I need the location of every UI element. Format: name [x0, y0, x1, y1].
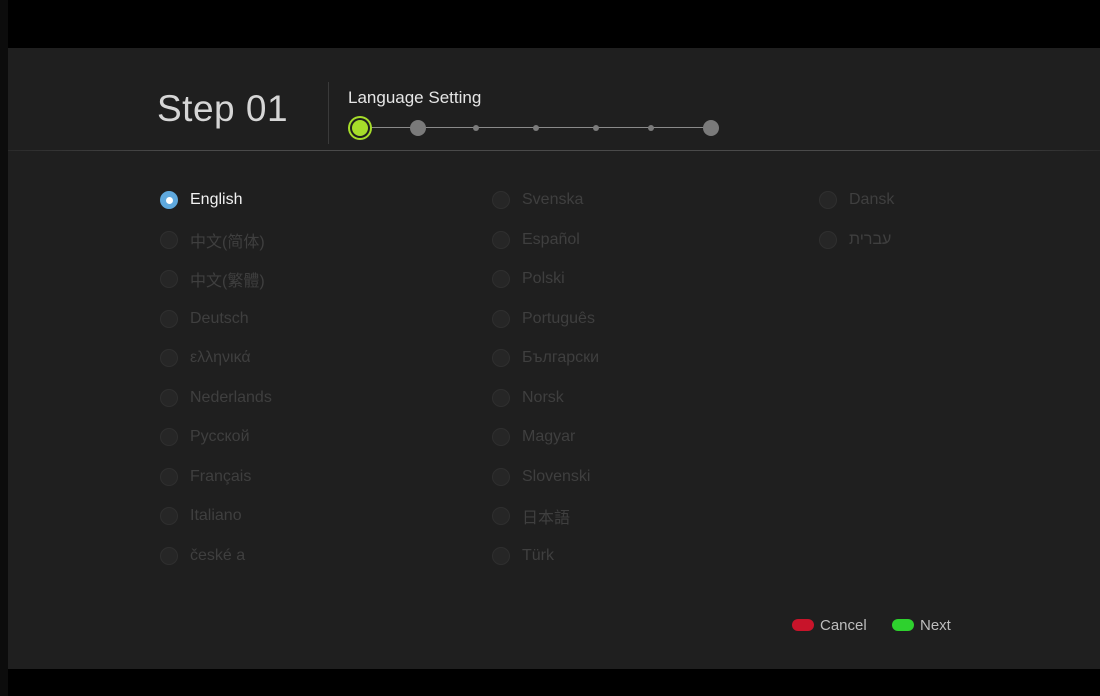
language-label: Español — [522, 230, 580, 248]
language-label: české a — [190, 546, 246, 564]
language-option[interactable]: Português — [492, 307, 595, 331]
language-option[interactable]: עברית — [819, 228, 891, 252]
language-label: Русской — [190, 428, 250, 445]
language-label: Български — [522, 349, 600, 366]
header-divider — [328, 82, 329, 144]
language-option[interactable]: 日本語 — [492, 504, 570, 528]
radio-unchecked-icon[interactable] — [492, 467, 510, 486]
language-label: 中文(繁體) — [190, 273, 265, 290]
language-option[interactable]: Türk — [492, 544, 554, 568]
language-option[interactable]: Deutsch — [160, 307, 249, 331]
language-option[interactable]: 中文(繁體) — [160, 267, 265, 291]
page-title: Language Setting — [348, 88, 482, 107]
language-label: Italiano — [190, 507, 242, 524]
language-label: Português — [522, 309, 595, 327]
radio-unchecked-icon[interactable] — [160, 546, 178, 565]
language-label: Türk — [522, 546, 554, 564]
red-key-icon — [792, 619, 814, 631]
radio-unchecked-icon[interactable] — [492, 428, 510, 446]
language-label: ελληνικά — [190, 349, 251, 366]
step-label: Step 01 — [157, 88, 289, 129]
header-divider-line — [8, 150, 1100, 151]
radio-unchecked-icon[interactable] — [492, 309, 510, 328]
radio-unchecked-icon[interactable] — [160, 230, 178, 249]
language-option[interactable]: Slovenski — [492, 465, 590, 489]
progress-step-6 — [648, 125, 654, 131]
language-option[interactable]: Italiano — [160, 504, 242, 528]
language-label: Polski — [522, 270, 565, 287]
radio-unchecked-icon[interactable] — [492, 191, 510, 209]
next-label: Next — [920, 616, 951, 634]
radio-unchecked-icon[interactable] — [819, 230, 837, 249]
progress-step-7 — [703, 120, 719, 136]
language-option[interactable]: české a — [160, 544, 245, 568]
language-label: 中文(简体) — [190, 233, 265, 251]
language-label: Français — [190, 467, 252, 485]
radio-checked-icon[interactable] — [160, 191, 178, 209]
progress-step-5 — [593, 125, 599, 131]
language-option[interactable]: Svenska — [492, 188, 583, 212]
language-option[interactable]: ελληνικά — [160, 346, 251, 370]
language-label: Nederlands — [190, 388, 272, 406]
progress-step-4 — [533, 125, 539, 131]
radio-unchecked-icon[interactable] — [160, 507, 178, 525]
radio-unchecked-icon[interactable] — [160, 270, 178, 288]
radio-unchecked-icon[interactable] — [492, 349, 510, 367]
radio-unchecked-icon[interactable] — [492, 230, 510, 249]
radio-unchecked-icon[interactable] — [160, 309, 178, 328]
language-label: Norsk — [522, 388, 564, 406]
green-key-icon — [892, 619, 914, 631]
language-label: English — [190, 191, 243, 208]
language-option[interactable]: Norsk — [492, 386, 564, 410]
next-hint[interactable]: Next — [892, 615, 951, 635]
language-option[interactable]: Nederlands — [160, 386, 272, 410]
radio-unchecked-icon[interactable] — [492, 507, 510, 525]
language-label: Dansk — [849, 191, 895, 208]
left-edge — [0, 0, 8, 696]
language-label: Deutsch — [190, 309, 249, 327]
language-label: Magyar — [522, 428, 576, 445]
radio-unchecked-icon[interactable] — [160, 467, 178, 486]
radio-unchecked-icon[interactable] — [492, 270, 510, 288]
progress-step-1-current — [352, 120, 368, 136]
cancel-hint[interactable]: Cancel — [792, 615, 867, 635]
radio-unchecked-icon[interactable] — [819, 191, 837, 209]
language-option[interactable]: Български — [492, 346, 599, 370]
language-option[interactable]: Français — [160, 465, 251, 489]
radio-unchecked-icon[interactable] — [160, 349, 178, 367]
language-option[interactable]: Español — [492, 228, 580, 252]
language-label: עברית — [849, 230, 892, 248]
language-option[interactable]: Русской — [160, 425, 250, 449]
language-label: Svenska — [522, 191, 584, 208]
cancel-label: Cancel — [820, 616, 867, 634]
radio-unchecked-icon[interactable] — [160, 428, 178, 446]
language-option[interactable]: English — [160, 188, 242, 212]
progress-step-3 — [473, 125, 479, 131]
language-option[interactable]: Magyar — [492, 425, 575, 449]
wizard-progress — [346, 114, 726, 144]
radio-unchecked-icon[interactable] — [492, 388, 510, 407]
radio-unchecked-icon[interactable] — [160, 388, 178, 407]
language-option[interactable]: 中文(简体) — [160, 228, 265, 252]
progress-step-2 — [410, 120, 426, 136]
language-label: 日本語 — [522, 510, 571, 527]
language-label: Slovenski — [522, 467, 591, 485]
language-option[interactable]: Polski — [492, 267, 565, 291]
language-option[interactable]: Dansk — [819, 188, 894, 212]
radio-unchecked-icon[interactable] — [492, 546, 510, 565]
